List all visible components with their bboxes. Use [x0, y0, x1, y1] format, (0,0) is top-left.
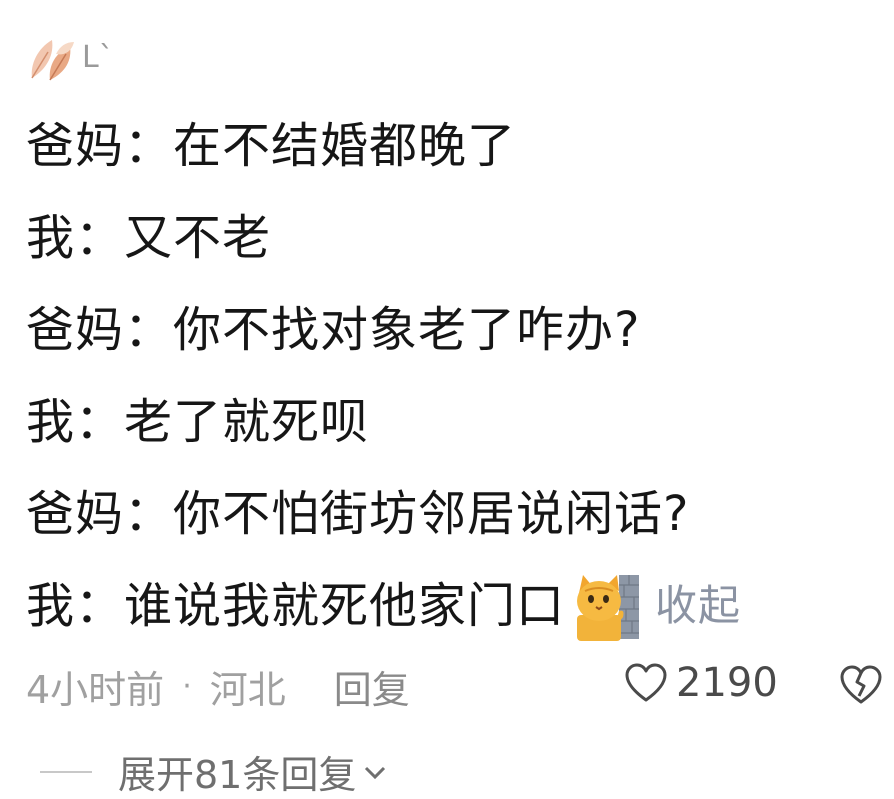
heart-icon	[625, 663, 667, 702]
comment-line: 爸妈：你不怕街坊邻居说闲话?	[26, 468, 886, 560]
timestamp: 4小时前	[26, 667, 165, 712]
like-button[interactable]: 2190	[624, 660, 778, 706]
comment-line: 爸妈：你不找对象老了咋办?	[26, 284, 886, 376]
like-count: 2190	[676, 660, 778, 706]
comment-line-text: 爸妈：在不结婚都晚了	[26, 118, 517, 174]
comment-line-text: 我：又不老	[26, 210, 272, 266]
location: 河北	[209, 667, 286, 712]
cat-peeking-icon	[577, 575, 640, 641]
reply-button[interactable]: 回复	[334, 659, 410, 714]
collapse-button[interactable]: 收起	[655, 560, 741, 652]
expand-replies-button[interactable]: 展开81条回复	[40, 744, 388, 799]
divider	[40, 770, 92, 773]
comment-body: 爸妈：在不结婚都晚了 我：又不老 爸妈：你不找对象老了咋办? 我：老了就死呗 爸…	[26, 100, 886, 652]
meta-separator: ·	[182, 668, 192, 704]
comment-line-text: 爸妈：你不怕街坊邻居说闲话?	[26, 486, 690, 542]
comment-line: 我：又不老	[26, 192, 886, 284]
avatar[interactable]	[26, 34, 80, 84]
comment-line-text: 爸妈：你不找对象老了咋办?	[26, 302, 641, 358]
expand-replies-label: 展开81条回复	[118, 753, 357, 797]
comment-line: 我：老了就死呗	[26, 376, 886, 468]
username[interactable]: Lˋ	[82, 40, 114, 75]
comment-line-text: 我：谁说我就死他家门口	[26, 578, 566, 634]
comment-header: Lˋ	[26, 34, 114, 84]
chevron-down-icon	[365, 766, 386, 779]
comment-line: 我：谁说我就死他家门口 收起	[26, 560, 886, 652]
comment-line-text: 我：老了就死呗	[26, 394, 370, 450]
comment-line: 爸妈：在不结婚都晚了	[26, 100, 886, 192]
broken-heart-icon[interactable]	[838, 664, 884, 706]
